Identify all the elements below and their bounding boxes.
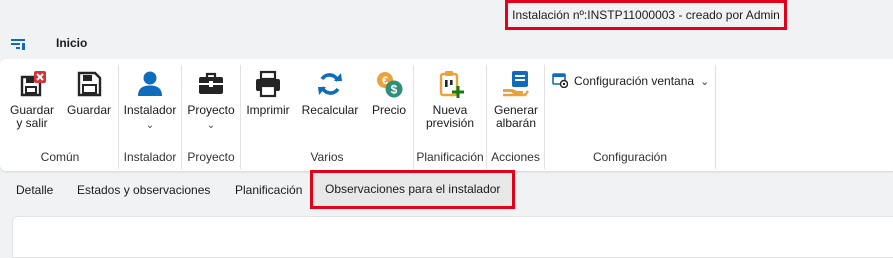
tab-inicio[interactable]: Inicio bbox=[52, 36, 91, 61]
ribbon: Guardar y salir Guardar Instalador ⌄ Pro… bbox=[0, 59, 893, 171]
price-label: Precio bbox=[371, 103, 406, 117]
window-title: Instalación nº:INSTP11000003 - creado po… bbox=[505, 0, 787, 30]
recalculate-button[interactable]: Recalcular bbox=[298, 65, 362, 143]
price-icon: € $ bbox=[374, 69, 404, 99]
group-label-actions: Acciones bbox=[491, 150, 540, 164]
window-configuration-label: Configuración ventana bbox=[574, 74, 695, 88]
save-button[interactable]: Guardar bbox=[64, 65, 114, 143]
save-and-exit-label-2: y salir bbox=[16, 116, 48, 130]
tab-content-panel bbox=[12, 216, 893, 258]
group-label-project: Proyecto bbox=[187, 150, 235, 164]
generate-delivery-note-button[interactable]: Generar albarán bbox=[490, 65, 542, 143]
clipboard-add-icon bbox=[435, 69, 465, 99]
window-configuration-button[interactable]: Configuración ventana ⌄ bbox=[552, 71, 709, 91]
save-icon bbox=[74, 69, 104, 99]
print-button[interactable]: Imprimir bbox=[244, 65, 292, 143]
save-and-exit-button[interactable]: Guardar y salir bbox=[6, 65, 58, 143]
chevron-down-icon: ⌄ bbox=[145, 120, 155, 131]
person-icon bbox=[135, 69, 165, 99]
group-label-configuration: Configuración bbox=[592, 150, 668, 164]
tab-detalle[interactable]: Detalle bbox=[16, 180, 53, 200]
new-forecast-label-2: previsión bbox=[425, 116, 475, 130]
app-icon[interactable] bbox=[10, 36, 26, 52]
group-separator bbox=[715, 65, 716, 169]
tab-observaciones-instalador[interactable]: Observaciones para el instalador bbox=[309, 170, 516, 209]
refresh-icon bbox=[315, 69, 345, 99]
save-label: Guardar bbox=[66, 103, 112, 117]
installer-button[interactable]: Instalador ⌄ bbox=[122, 65, 178, 143]
chevron-down-icon: ⌄ bbox=[700, 75, 710, 88]
window-settings-icon bbox=[552, 72, 569, 91]
group-label-various: Varios bbox=[310, 150, 344, 164]
tab-inicio-label: Inicio bbox=[56, 36, 88, 50]
group-label-installer: Instalador bbox=[123, 150, 177, 164]
installer-label: Instalador bbox=[123, 103, 177, 117]
chevron-down-icon: ⌄ bbox=[206, 120, 216, 131]
price-button[interactable]: € $ Precio bbox=[368, 65, 410, 143]
svg-text:$: $ bbox=[391, 83, 398, 97]
tab-planificacion[interactable]: Planificación bbox=[235, 180, 302, 200]
briefcase-icon bbox=[196, 69, 226, 99]
title-bar: Instalación nº:INSTP11000003 - creado po… bbox=[0, 0, 893, 61]
detail-tabs: Detalle Estados y observaciones Planific… bbox=[0, 170, 893, 209]
project-label: Proyecto bbox=[187, 103, 235, 117]
printer-icon bbox=[253, 69, 283, 99]
recalculate-label: Recalcular bbox=[301, 103, 359, 117]
new-forecast-button[interactable]: Nueva previsión bbox=[418, 65, 482, 143]
generate-delivery-note-label-2: albarán bbox=[495, 116, 537, 130]
delivery-note-icon bbox=[501, 69, 531, 99]
print-label: Imprimir bbox=[246, 103, 290, 117]
save-close-icon bbox=[17, 69, 47, 99]
group-label-planning: Planificación bbox=[416, 150, 484, 164]
project-button[interactable]: Proyecto ⌄ bbox=[185, 65, 237, 143]
tab-estados-observaciones[interactable]: Estados y observaciones bbox=[77, 180, 210, 200]
group-label-common: Común bbox=[40, 150, 80, 164]
